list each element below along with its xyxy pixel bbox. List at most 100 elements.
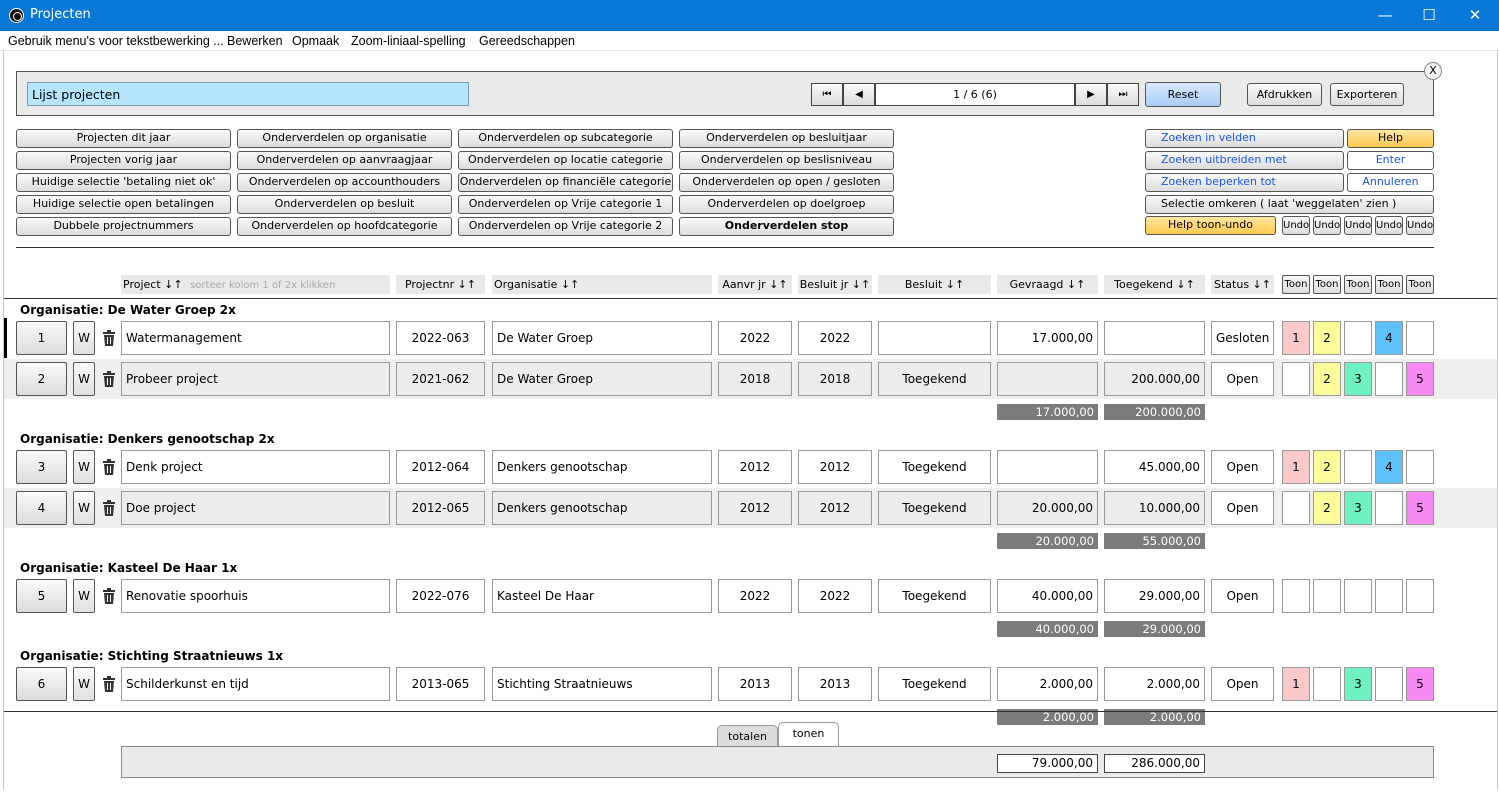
group-by-account-holders-button[interactable]: Onderverdelen op accounthouders: [237, 173, 452, 192]
reset-button[interactable]: Reset: [1145, 82, 1221, 107]
filter-payment-not-ok-button[interactable]: Huidige selectie 'betaling niet ok': [16, 173, 231, 192]
row-number-button[interactable]: 4: [16, 491, 67, 525]
project-name-cell[interactable]: Watermanagement: [121, 321, 390, 355]
search-extend-button[interactable]: Zoeken uitbreiden met: [1145, 151, 1344, 170]
decision-year-cell[interactable]: 2018: [798, 362, 872, 396]
trash-icon[interactable]: [102, 588, 116, 604]
column-header-status[interactable]: Status ↓↑: [1211, 275, 1274, 294]
request-year-cell[interactable]: 2018: [718, 362, 792, 396]
projectnr-cell[interactable]: 2013-065: [396, 667, 485, 701]
menu-tools[interactable]: Gereedschappen: [479, 34, 575, 48]
row-number-button[interactable]: 5: [16, 579, 67, 613]
next-record-button[interactable]: ▶: [1075, 83, 1107, 106]
project-name-cell[interactable]: Doe project: [121, 491, 390, 525]
group-stop-button[interactable]: Onderverdelen stop: [679, 217, 894, 236]
status-cell[interactable]: Open: [1211, 450, 1274, 484]
tag-box-3[interactable]: [1344, 321, 1372, 355]
undo-button-4[interactable]: Undo: [1375, 216, 1403, 235]
column-header-request-year[interactable]: Aanvr jr ↓↑: [718, 275, 792, 294]
decision-year-cell[interactable]: 2013: [798, 667, 872, 701]
tag-box-5[interactable]: 5: [1406, 362, 1434, 396]
group-by-subcategory-button[interactable]: Onderverdelen op subcategorie: [458, 129, 673, 148]
project-name-cell[interactable]: Probeer project: [121, 362, 390, 396]
decision-cell[interactable]: Toegekend: [878, 362, 991, 396]
status-cell[interactable]: Gesloten: [1211, 321, 1274, 355]
tag-box-4[interactable]: 4: [1375, 450, 1403, 484]
organisation-cell[interactable]: De Water Groep: [492, 362, 712, 396]
tag-box-2[interactable]: 2: [1313, 450, 1341, 484]
column-header-organisation[interactable]: Organisatie ↓↑: [492, 275, 712, 294]
tag-box-4[interactable]: [1375, 362, 1403, 396]
row-w-button[interactable]: W: [73, 667, 95, 701]
search-in-fields-button[interactable]: Zoeken in velden: [1145, 129, 1344, 148]
group-by-financial-category-button[interactable]: Onderverdelen op financiële categorie: [458, 173, 673, 192]
organisation-cell[interactable]: Denkers genootschap: [492, 450, 712, 484]
tag-box-4[interactable]: [1375, 667, 1403, 701]
group-by-decision-button[interactable]: Onderverdelen op besluit: [237, 195, 452, 214]
row-number-button[interactable]: 2: [16, 362, 67, 396]
trash-icon[interactable]: [102, 500, 116, 516]
group-by-target-group-button[interactable]: Onderverdelen op doelgroep: [679, 195, 894, 214]
projectnr-cell[interactable]: 2021-062: [396, 362, 485, 396]
export-button[interactable]: Exporteren: [1330, 83, 1404, 106]
request-year-cell[interactable]: 2013: [718, 667, 792, 701]
undo-button-1[interactable]: Undo: [1282, 216, 1310, 235]
row-w-button[interactable]: W: [73, 362, 95, 396]
decision-year-cell[interactable]: 2022: [798, 321, 872, 355]
organisation-cell[interactable]: De Water Groep: [492, 321, 712, 355]
requested-amount-cell[interactable]: 40.000,00: [997, 579, 1098, 613]
tag-box-5[interactable]: 5: [1406, 491, 1434, 525]
decision-cell[interactable]: Toegekend: [878, 450, 991, 484]
show-tag-button-3[interactable]: Toon: [1344, 275, 1372, 294]
requested-amount-cell[interactable]: 17.000,00: [997, 321, 1098, 355]
status-cell[interactable]: Open: [1211, 491, 1274, 525]
show-tag-button-2[interactable]: Toon: [1313, 275, 1341, 294]
organisation-cell[interactable]: Kasteel De Haar: [492, 579, 712, 613]
help-button[interactable]: Help: [1347, 129, 1434, 148]
maximize-button[interactable]: ☐: [1406, 0, 1452, 31]
close-window-button[interactable]: ✕: [1452, 0, 1498, 31]
tag-box-2[interactable]: [1313, 667, 1341, 701]
undo-button-2[interactable]: Undo: [1313, 216, 1341, 235]
tag-box-3[interactable]: [1344, 450, 1372, 484]
column-header-decision-year[interactable]: Besluit jr ↓↑: [798, 275, 872, 294]
tag-box-1[interactable]: [1282, 362, 1310, 396]
project-name-cell[interactable]: Denk project: [121, 450, 390, 484]
filter-last-year-button[interactable]: Projecten vorig jaar: [16, 151, 231, 170]
row-w-button[interactable]: W: [73, 450, 95, 484]
requested-amount-cell[interactable]: 20.000,00: [997, 491, 1098, 525]
decision-year-cell[interactable]: 2012: [798, 450, 872, 484]
cancel-button[interactable]: Annuleren: [1347, 173, 1434, 192]
tag-box-5[interactable]: [1406, 579, 1434, 613]
first-record-button[interactable]: ⏮: [811, 83, 843, 106]
show-tag-button-1[interactable]: Toon: [1282, 275, 1310, 294]
search-restrict-button[interactable]: Zoeken beperken tot: [1145, 173, 1344, 192]
tag-box-3[interactable]: [1344, 579, 1372, 613]
decision-year-cell[interactable]: 2012: [798, 491, 872, 525]
tag-box-5[interactable]: [1406, 450, 1434, 484]
previous-record-button[interactable]: ◀: [843, 83, 875, 106]
undo-button-5[interactable]: Undo: [1406, 216, 1434, 235]
request-year-cell[interactable]: 2012: [718, 491, 792, 525]
last-record-button[interactable]: ⏭: [1107, 83, 1139, 106]
request-year-cell[interactable]: 2022: [718, 321, 792, 355]
organisation-cell[interactable]: Stichting Straatnieuws: [492, 667, 712, 701]
row-number-button[interactable]: 1: [16, 321, 67, 355]
status-cell[interactable]: Open: [1211, 579, 1274, 613]
column-header-requested[interactable]: Gevraagd ↓↑: [997, 275, 1098, 294]
filter-open-payments-button[interactable]: Huidige selectie open betalingen: [16, 195, 231, 214]
requested-amount-cell[interactable]: [997, 450, 1098, 484]
request-year-cell[interactable]: 2012: [718, 450, 792, 484]
granted-amount-cell[interactable]: 10.000,00: [1104, 491, 1205, 525]
row-number-button[interactable]: 3: [16, 450, 67, 484]
status-cell[interactable]: Open: [1211, 667, 1274, 701]
filter-duplicate-numbers-button[interactable]: Dubbele projectnummers: [16, 217, 231, 236]
tag-box-1[interactable]: [1282, 491, 1310, 525]
granted-amount-cell[interactable]: 45.000,00: [1104, 450, 1205, 484]
tag-box-2[interactable]: [1313, 579, 1341, 613]
project-name-cell[interactable]: Renovatie spoorhuis: [121, 579, 390, 613]
menu-format[interactable]: Opmaak: [292, 34, 339, 48]
status-cell[interactable]: Open: [1211, 362, 1274, 396]
group-by-free-category-1-button[interactable]: Onderverdelen op Vrije categorie 1: [458, 195, 673, 214]
requested-amount-cell[interactable]: [997, 362, 1098, 396]
